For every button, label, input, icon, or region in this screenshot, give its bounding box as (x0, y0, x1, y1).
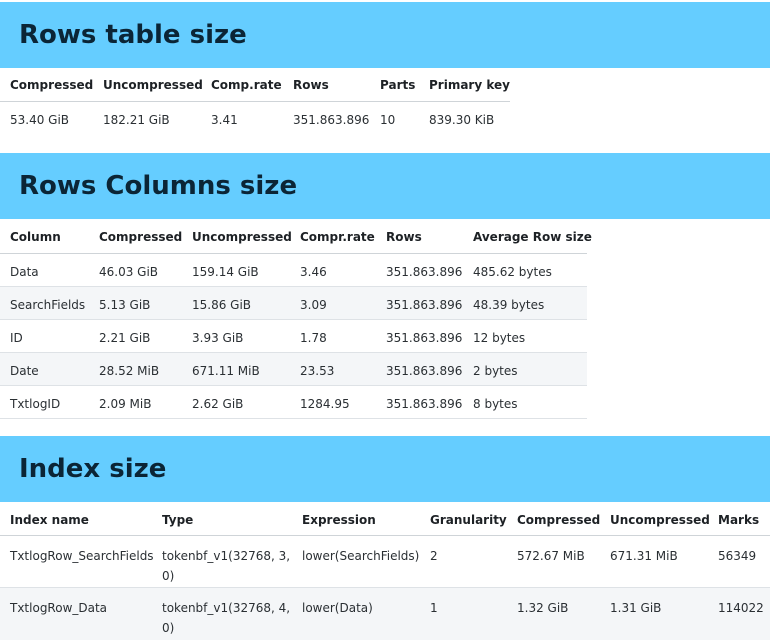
section-title: Rows Columns size (19, 171, 298, 201)
table-header-row: Compressed Uncompressed Comp.rate Rows P… (0, 68, 510, 101)
table-cell: 1 (430, 601, 438, 615)
table-cell: lower(Data) (302, 601, 373, 615)
table-cell: 485.62 bytes (473, 264, 552, 279)
table-row: 53.40 GiB 182.21 GiB 3.41 351.863.896 10… (0, 101, 510, 135)
table-cell: 572.67 MiB (517, 549, 585, 563)
table-cell: 351.863.896 (386, 330, 463, 345)
table-cell: 182.21 GiB (103, 112, 170, 127)
section-header: Rows Columns size (0, 153, 770, 219)
column-header: Expression (302, 512, 376, 527)
table-cell: 15.86 GiB (192, 297, 252, 312)
table-cell: 1.78 (300, 330, 327, 345)
table-cell: lower(SearchFields) (302, 549, 420, 563)
table-cell: 3.41 (211, 112, 238, 127)
table-cell: TxtlogID (10, 396, 61, 411)
table-cell: 23.53 (300, 363, 335, 378)
table-cell: 3.09 (300, 297, 327, 312)
column-header: Compressed (10, 78, 94, 92)
table-cell: 12 bytes (473, 330, 526, 345)
rows-columns-size-table: Column Compressed Uncompressed Compr.rat… (0, 219, 592, 419)
table-cell: 8 bytes (473, 396, 518, 411)
column-header: Compressed (99, 230, 183, 244)
table-cell: 2 (430, 549, 438, 563)
index-size-section: Index size Index name Type Expression Gr… (0, 435, 770, 640)
table-row: SearchFields 5.13 GiB 15.86 GiB 3.09 351… (0, 286, 587, 319)
table-cell: 3.93 GiB (192, 330, 244, 345)
column-header: Granularity (430, 512, 507, 527)
table-cell: 159.14 GiB (192, 264, 259, 279)
table-cell: ID (10, 330, 23, 345)
section-title: Index size (19, 453, 167, 484)
table-row: TxtlogRow_SearchFields tokenbf_v1(32768,… (0, 536, 770, 588)
index-size-table: Index name Type Expression Granularity C… (0, 502, 770, 640)
column-header: Uncompressed (610, 512, 710, 527)
table-cell: 56349 (718, 549, 757, 563)
table-cell: 1284.95 (300, 396, 350, 411)
table-cell: tokenbf_v1(32768, 4, 0) (162, 601, 291, 635)
table-header-row: Index name Type Expression Granularity C… (0, 502, 770, 536)
rows-columns-size-section: Rows Columns size Column Compressed Unco… (0, 153, 770, 419)
table-cell: 671.11 MiB (192, 363, 260, 378)
table-cell: 351.863.896 (386, 297, 463, 312)
table-cell: 671.31 MiB (610, 549, 678, 563)
column-header: Comp.rate (211, 78, 282, 92)
table-cell: 351.863.896 (386, 363, 463, 378)
section-header: Rows table size (0, 2, 770, 68)
table-cell: 2 bytes (473, 363, 518, 378)
table-cell: TxtlogRow_SearchFields (10, 549, 154, 563)
table-cell: 351.863.896 (293, 112, 370, 127)
table-cell: tokenbf_v1(32768, 3, 0) (162, 549, 291, 583)
table-row: ID 2.21 GiB 3.93 GiB 1.78 351.863.896 12… (0, 319, 587, 352)
column-header: Uncompressed (103, 78, 203, 92)
section-header: Index size (0, 435, 770, 502)
table-cell: 2.62 GiB (192, 396, 244, 411)
table-cell: 48.39 bytes (473, 297, 545, 312)
table-cell: Data (10, 264, 39, 279)
column-header: Parts (380, 78, 416, 92)
table-cell: 1.31 GiB (610, 601, 662, 615)
table-header-row: Column Compressed Uncompressed Compr.rat… (0, 219, 592, 253)
column-header: Index name (10, 512, 89, 527)
column-header: Compressed (517, 512, 601, 527)
table-cell: Date (10, 363, 39, 378)
column-header: Primary key (429, 78, 510, 92)
table-cell: 53.40 GiB (10, 112, 70, 127)
column-header: Rows (386, 230, 422, 244)
table-cell: 46.03 GiB (99, 264, 159, 279)
table-cell: 839.30 KiB (429, 112, 495, 127)
table-row: TxtlogRow_Data tokenbf_v1(32768, 4, 0) l… (0, 587, 770, 640)
table-cell: 10 (380, 112, 396, 127)
table-cell: 2.21 GiB (99, 330, 151, 345)
table-cell: 351.863.896 (386, 396, 463, 411)
column-header: Uncompressed (192, 230, 292, 244)
table-cell: 5.13 GiB (99, 297, 151, 312)
table-cell: 1.32 GiB (517, 601, 569, 615)
rows-table-size-section: Rows table size Compressed Uncompressed … (0, 2, 770, 135)
section-title: Rows table size (19, 20, 247, 50)
table-row: Date 28.52 MiB 671.11 MiB 23.53 351.863.… (0, 352, 587, 385)
column-header: Type (162, 512, 194, 527)
table-cell: 3.46 (300, 264, 327, 279)
column-header: Average Row size (473, 230, 592, 244)
table-row: Data 46.03 GiB 159.14 GiB 3.46 351.863.8… (0, 253, 587, 286)
table-cell: 2.09 MiB (99, 396, 152, 411)
table-cell: 28.52 MiB (99, 363, 160, 378)
table-row: TxtlogID 2.09 MiB 2.62 GiB 1284.95 351.8… (0, 385, 587, 418)
table-cell: 114022 (718, 601, 764, 615)
column-header: Compr.rate (300, 230, 375, 244)
table-cell: 351.863.896 (386, 264, 463, 279)
column-header: Rows (293, 78, 329, 92)
column-header: Marks (718, 512, 760, 527)
table-cell: SearchFields (10, 297, 86, 312)
table-cell: TxtlogRow_Data (10, 601, 108, 615)
column-header: Column (10, 230, 61, 244)
rows-table-size-table: Compressed Uncompressed Comp.rate Rows P… (0, 68, 510, 135)
